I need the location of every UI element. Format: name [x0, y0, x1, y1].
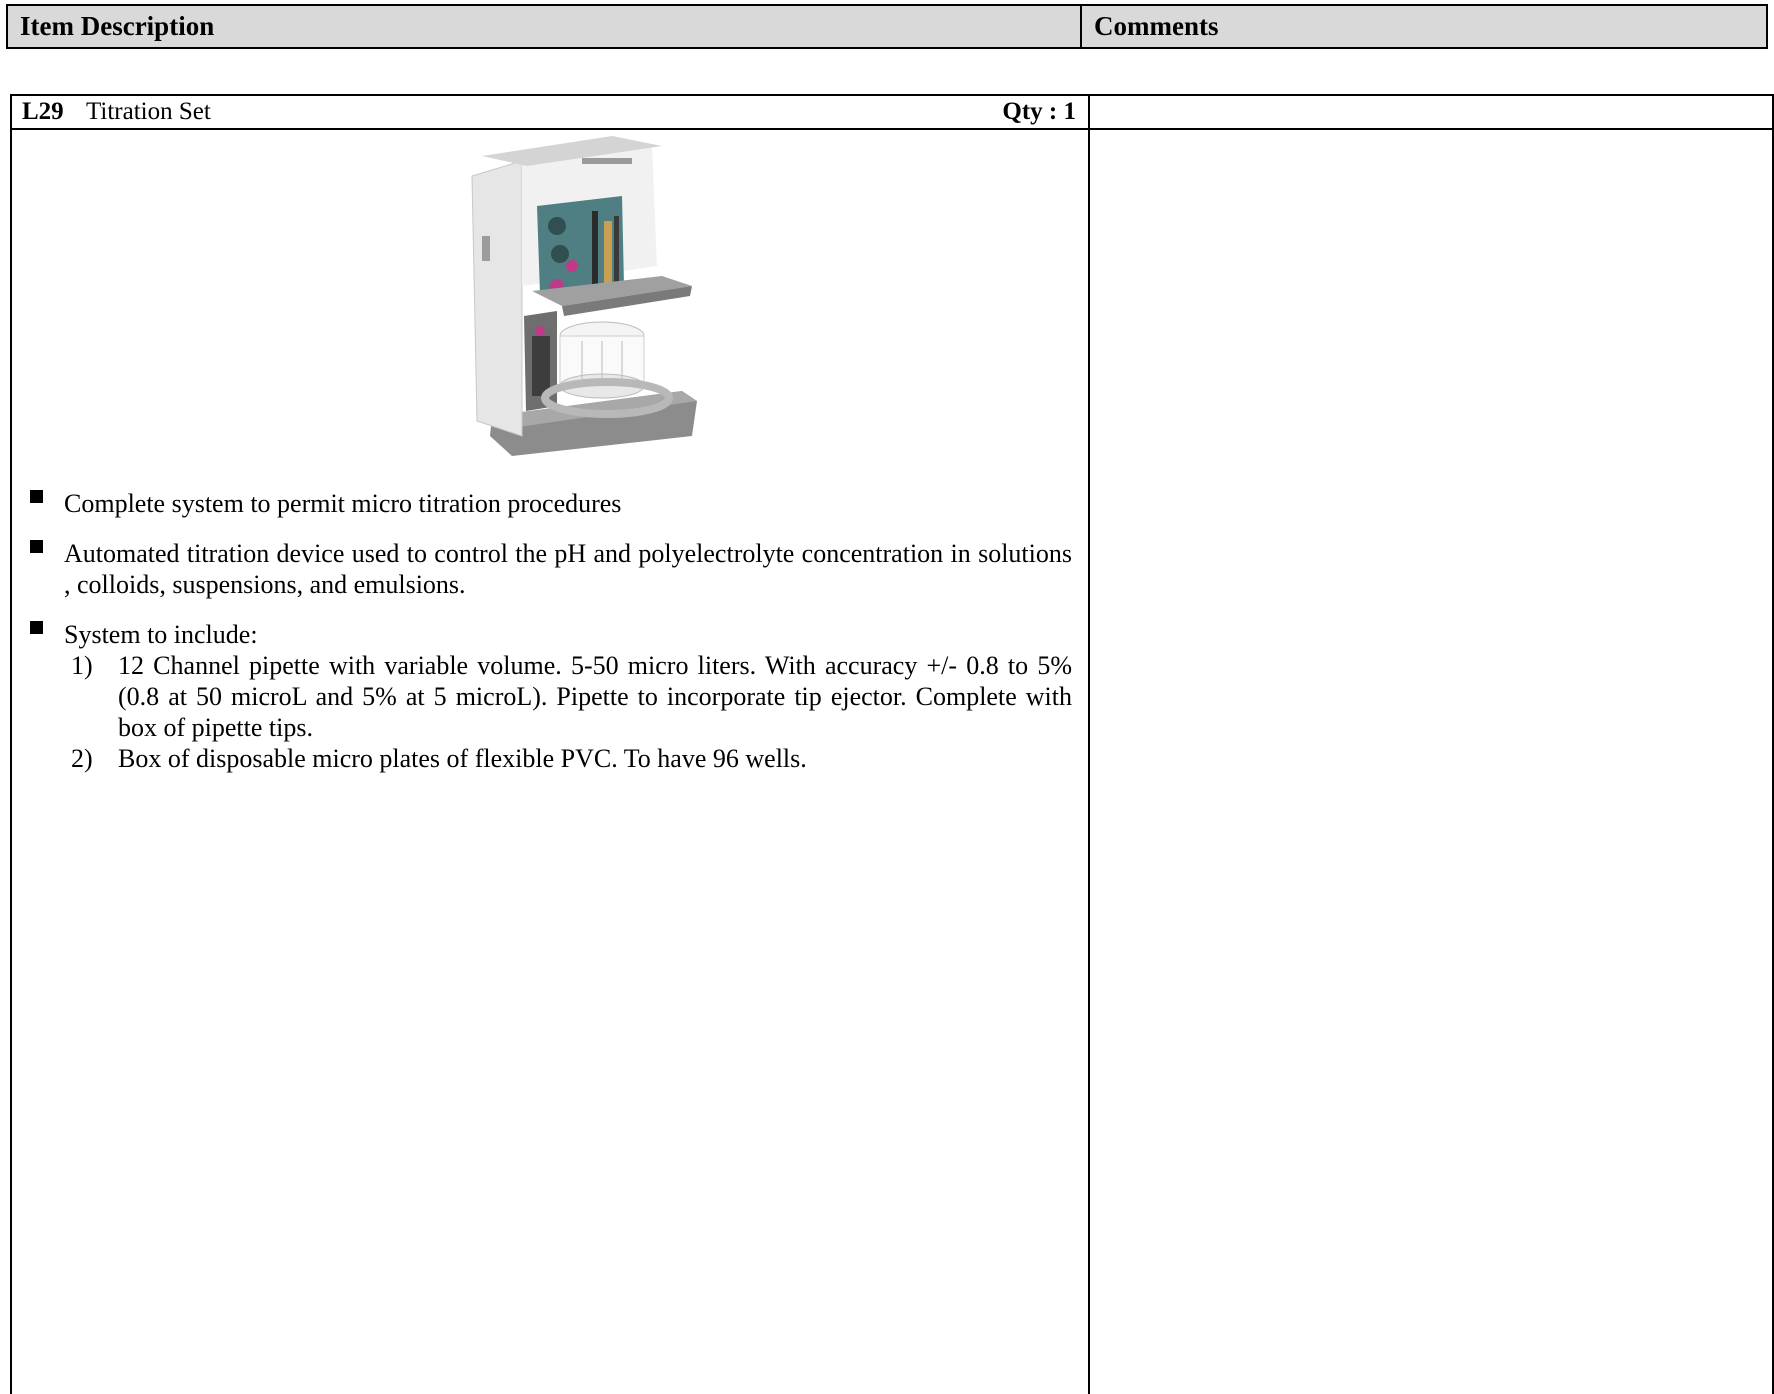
item-description-header: Item Description — [8, 6, 1082, 47]
column-header-row: Item Description Comments — [6, 4, 1768, 49]
list-item-text: Automated titration device used to contr… — [64, 539, 1072, 599]
list-item: System to include: — [12, 619, 1072, 650]
sub-list-number: 2) — [71, 744, 93, 773]
numbered-sub-list: 1) 12 Channel pipette with variable volu… — [12, 650, 1072, 774]
item-code: L29 — [22, 98, 64, 125]
item-header-row: L29 Titration Set Qty : 1 — [12, 96, 1088, 130]
list-item: Automated titration device used to contr… — [12, 538, 1072, 600]
item-quantity: Qty : 1 — [1002, 98, 1076, 125]
square-bullet-icon — [30, 490, 43, 503]
sub-list-item: 1) 12 Channel pipette with variable volu… — [12, 650, 1072, 743]
titration-device-image — [471, 136, 697, 456]
list-item: Complete system to permit micro titratio… — [12, 488, 1072, 519]
item-table: L29 Titration Set Qty : 1 Complete syste… — [10, 94, 1774, 1394]
square-bullet-icon — [30, 621, 43, 634]
square-bullet-icon — [30, 540, 43, 553]
sub-list-item: 2) Box of disposable micro plates of fle… — [12, 743, 1072, 774]
item-description-cell: L29 Titration Set Qty : 1 Complete syste… — [12, 96, 1090, 1394]
sub-list-text: 12 Channel pipette with variable volume.… — [118, 651, 1072, 742]
comments-header: Comments — [1094, 11, 1219, 41]
sub-list-text: Box of disposable micro plates of flexib… — [118, 744, 807, 773]
specification-list: Complete system to permit micro titratio… — [12, 488, 1072, 774]
list-item-text: System to include: — [64, 620, 258, 649]
comments-cell — [1090, 96, 1772, 1394]
item-name: Titration Set — [86, 98, 211, 125]
sub-list-number: 1) — [71, 651, 93, 680]
comments-header-row — [1090, 96, 1772, 130]
list-item-text: Complete system to permit micro titratio… — [64, 489, 622, 518]
